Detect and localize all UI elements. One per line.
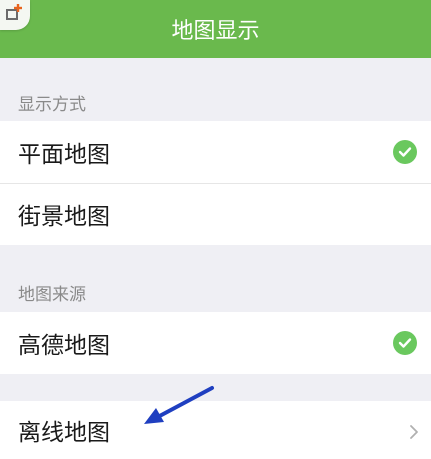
option-gaode-map[interactable]: 高德地图 bbox=[0, 312, 431, 374]
display-mode-group: 平面地图 街景地图 bbox=[0, 121, 431, 245]
section-title-map-source: 地图来源 bbox=[18, 285, 86, 305]
option-label: 离线地图 bbox=[18, 420, 110, 446]
check-icon bbox=[393, 331, 417, 355]
chevron-right-icon bbox=[409, 421, 419, 447]
option-flat-map[interactable]: 平面地图 bbox=[0, 121, 431, 183]
title-bar: 地图显示 bbox=[0, 0, 431, 58]
blue-arrow-icon bbox=[144, 386, 214, 424]
option-label: 高德地图 bbox=[18, 333, 110, 359]
page-title: 地图显示 bbox=[171, 19, 260, 44]
option-street-view-map[interactable]: 街景地图 bbox=[0, 183, 431, 245]
option-label: 平面地图 bbox=[18, 142, 110, 168]
map-pin-add-icon[interactable] bbox=[0, 0, 30, 30]
map-source-group: 高德地图 bbox=[0, 312, 431, 374]
option-label: 街景地图 bbox=[18, 204, 110, 230]
check-icon bbox=[393, 140, 417, 164]
section-title-display-mode: 显示方式 bbox=[18, 95, 86, 115]
